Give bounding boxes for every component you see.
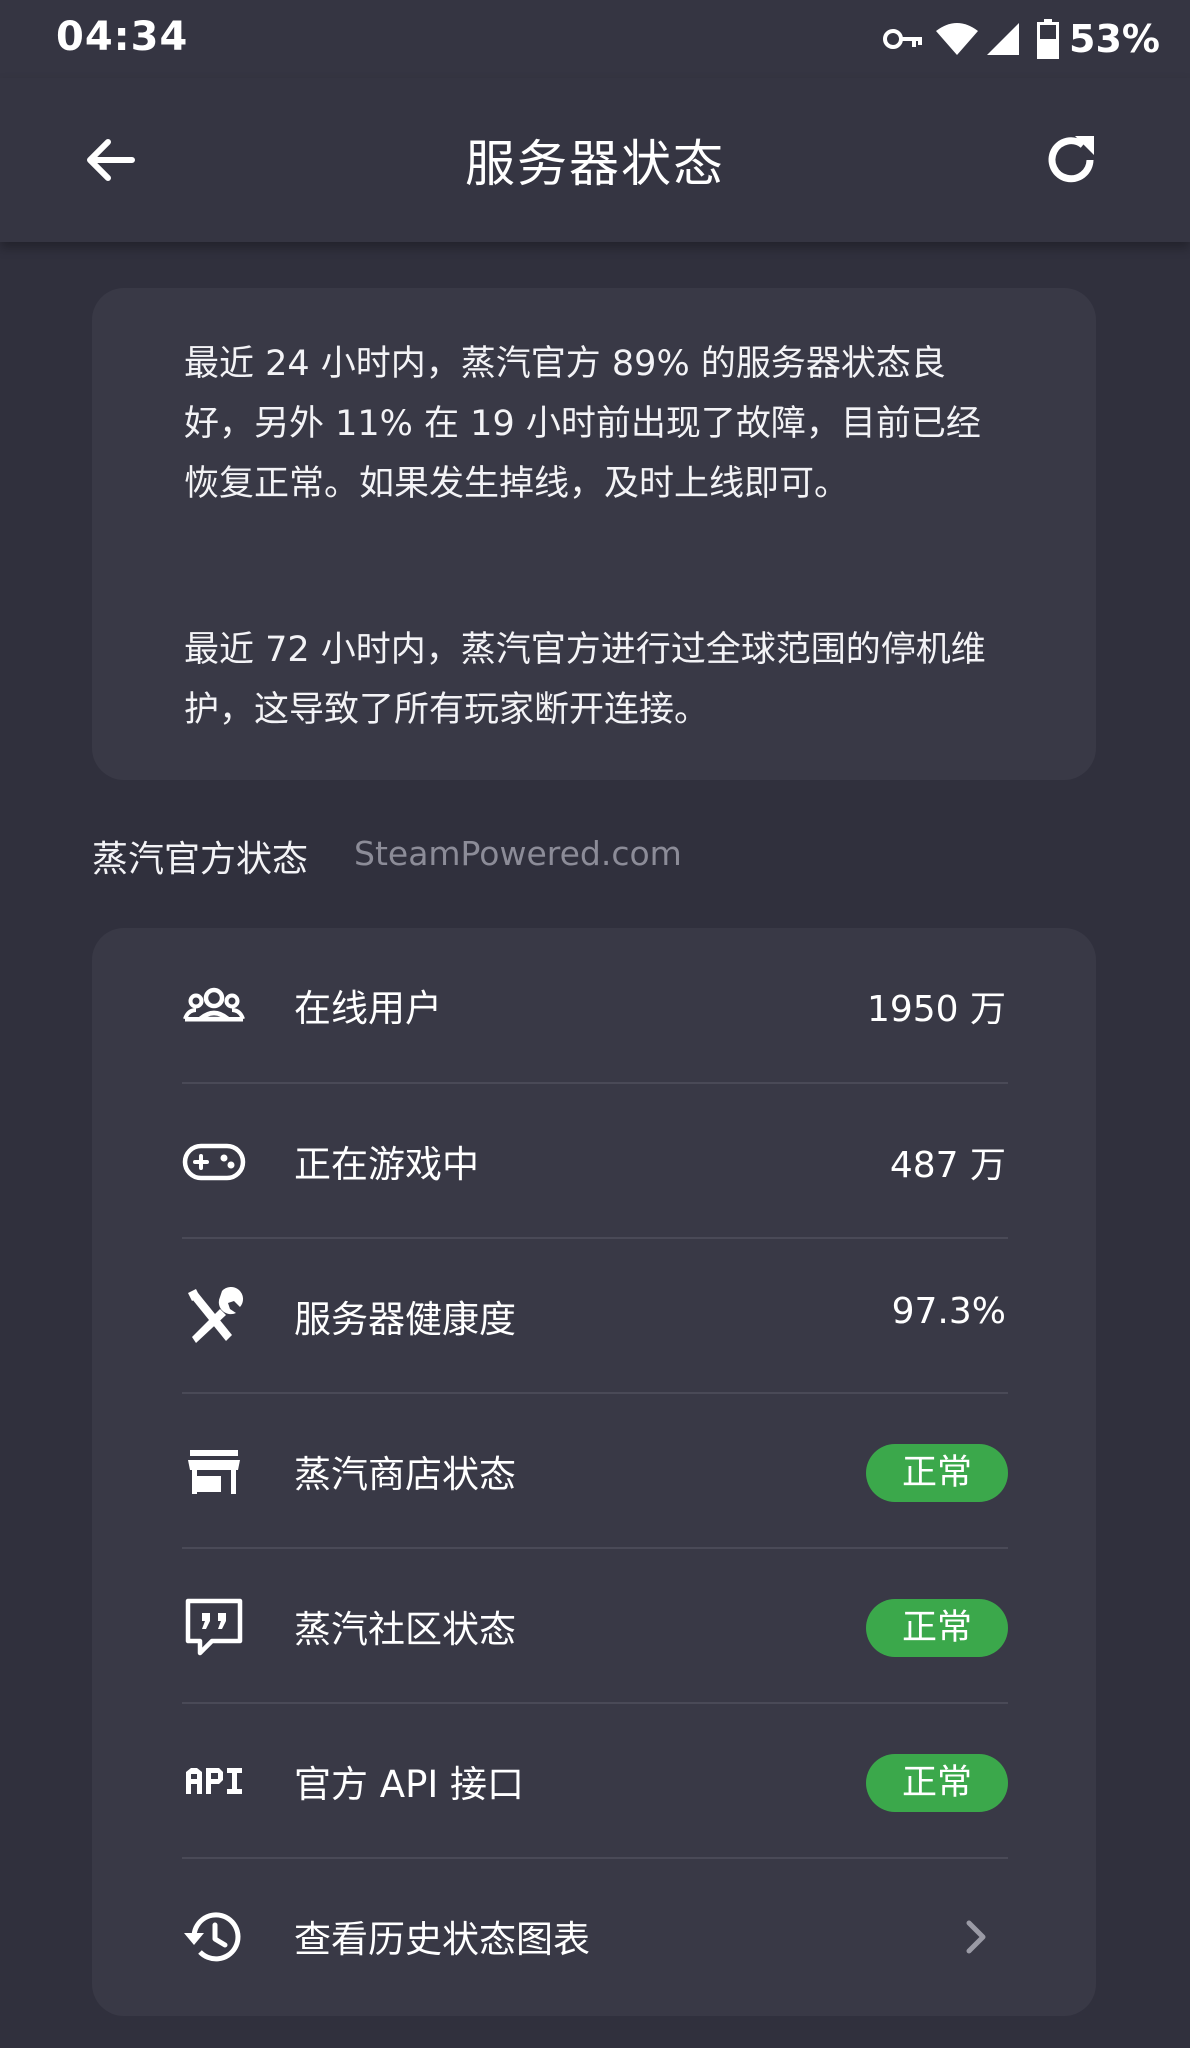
- signal-icon: [985, 21, 1021, 57]
- tools-icon: [188, 1286, 244, 1343]
- chat-quote-icon: [185, 1598, 243, 1656]
- status-badge: 正常: [866, 1599, 1008, 1657]
- row-label: 服务器健康度: [294, 1298, 516, 1341]
- api-icon: [186, 1768, 242, 1794]
- stat-row-online-users: 在线用户 1950 万: [182, 928, 1008, 1083]
- page-title: 服务器状态: [465, 135, 725, 193]
- row-label: 正在游戏中: [294, 1143, 479, 1186]
- top-app-bar: 服务器状态: [0, 78, 1190, 242]
- gamepad-icon: [182, 1143, 246, 1181]
- users-icon: [183, 987, 245, 1022]
- stat-row-api-status: 官方 API 接口 正常: [182, 1704, 1008, 1859]
- status-icons: 53%: [883, 16, 1160, 62]
- view-history-chart-row[interactable]: 查看历史状态图表: [182, 1859, 1008, 2014]
- refresh-icon: [1048, 136, 1094, 183]
- section-subtitle: SteamPowered.com: [354, 834, 682, 873]
- stat-row-store-status: 蒸汽商店状态 正常: [182, 1394, 1008, 1549]
- status-bar: 04:34 53%: [0, 0, 1190, 78]
- chevron-right-icon: [966, 1920, 986, 1954]
- row-label: 官方 API 接口: [294, 1763, 525, 1806]
- summary-paragraph: 最近 72 小时内，蒸汽官方进行过全球范围的停机维护，这导致了所有玩家断开连接。: [184, 630, 986, 730]
- store-icon: [188, 1450, 240, 1494]
- stat-row-server-health: 服务器健康度 97.3%: [182, 1239, 1008, 1394]
- status-time: 04:34: [56, 14, 189, 60]
- refresh-button[interactable]: [1040, 128, 1104, 192]
- section-title: 蒸汽官方状态: [92, 839, 309, 880]
- battery-percent: 53%: [1069, 17, 1160, 61]
- row-label: 在线用户: [294, 987, 442, 1030]
- row-value: 97.3%: [891, 1291, 1006, 1332]
- row-label: 查看历史状态图表: [294, 1918, 590, 1961]
- row-label: 蒸汽社区状态: [294, 1608, 516, 1651]
- row-value: 1950 万: [866, 989, 1006, 1030]
- row-label: 蒸汽商店状态: [294, 1453, 516, 1496]
- stat-row-playing: 正在游戏中 487 万: [182, 1084, 1008, 1239]
- status-badge: 正常: [866, 1444, 1008, 1502]
- wifi-icon: [935, 21, 979, 57]
- history-icon: [184, 1912, 241, 1962]
- row-value: 487 万: [889, 1145, 1006, 1186]
- stat-row-community-status: 蒸汽社区状态 正常: [182, 1549, 1008, 1704]
- vpn-key-icon: [883, 24, 925, 54]
- summary-paragraph: 最近 24 小时内，蒸汽官方 89% 的服务器状态良好，另外 11% 在 19 …: [184, 344, 981, 504]
- battery-icon: [1037, 19, 1060, 59]
- status-badge: 正常: [866, 1754, 1008, 1812]
